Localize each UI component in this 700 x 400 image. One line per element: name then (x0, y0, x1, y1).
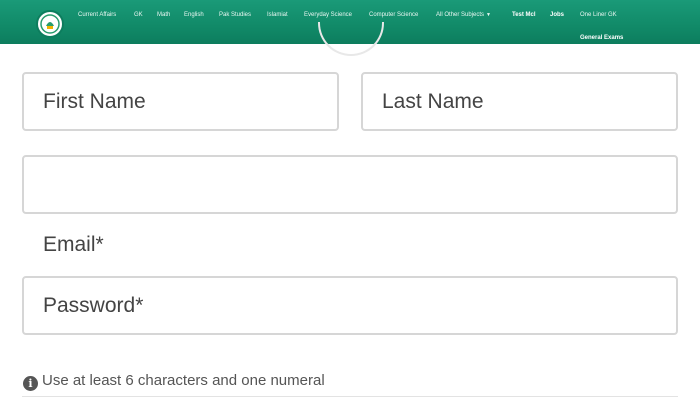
unlabeled-text-field[interactable] (24, 157, 676, 212)
nav-item-one-liner-gk[interactable]: One Liner GK (580, 11, 617, 19)
password-hint: i Use at least 6 characters and one numer… (23, 372, 325, 391)
password-field[interactable] (24, 278, 676, 333)
nav-item-general-exams[interactable]: General Exams (580, 34, 623, 42)
email-label: Email* (43, 233, 104, 256)
nav-item-jobs[interactable]: Jobs (550, 11, 564, 19)
nav-item-everyday-science[interactable]: Everyday Science (304, 11, 352, 19)
info-icon: i (23, 376, 38, 391)
nav-item-pak-studies[interactable]: Pak Studies (219, 11, 251, 19)
divider (22, 396, 678, 397)
nav-item-gk[interactable]: GK (134, 11, 143, 19)
first-name-field-wrapper (22, 72, 339, 131)
nav-item-test-mcl[interactable]: Test Mcl (512, 11, 536, 19)
last-name-field[interactable] (363, 74, 676, 129)
first-name-field[interactable] (24, 74, 337, 129)
nav-item-computer-science[interactable]: Computer Science (369, 11, 418, 19)
nav-item-english[interactable]: English (184, 11, 204, 19)
site-logo[interactable] (36, 10, 64, 38)
password-field-wrapper (22, 276, 678, 335)
password-hint-text: Use at least 6 characters and one numera… (42, 372, 325, 389)
nav-item-all-other-subjects[interactable]: All Other Subjects ▼ (436, 11, 491, 19)
caret-down-icon: ▼ (486, 12, 491, 18)
logo-emblem-icon (40, 14, 60, 34)
last-name-field-wrapper (361, 72, 678, 131)
nav-item-islamiat[interactable]: Islamiat (267, 11, 288, 19)
blank-field-wrapper (22, 155, 678, 214)
nav-item-all-other-subjects-label: All Other Subjects (436, 12, 485, 18)
nav-item-current-affairs[interactable]: Current Affairs (78, 11, 116, 19)
nav-item-math[interactable]: Math (157, 11, 170, 19)
profile-avatar-outline (318, 22, 384, 56)
